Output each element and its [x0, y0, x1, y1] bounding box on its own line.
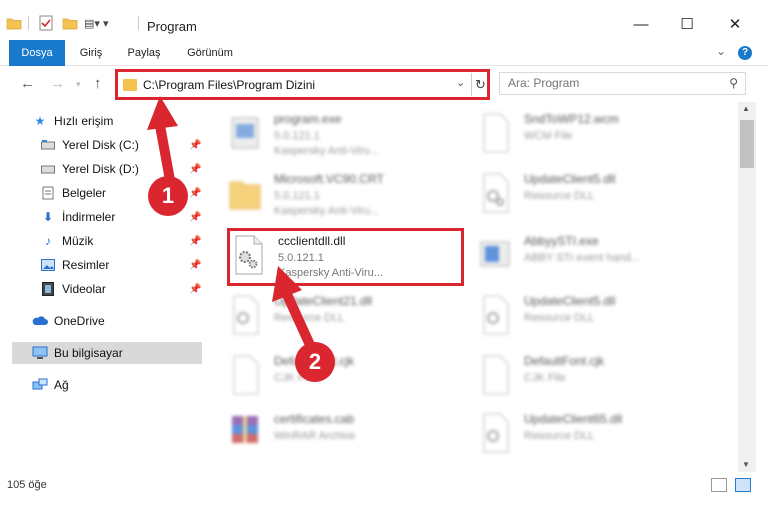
file-icon [228, 354, 262, 396]
pictures-icon [40, 257, 56, 273]
network-icon [32, 377, 48, 393]
navigation-bar: ← → ▾ ↑ C:\Program Files\Program Dizini … [0, 66, 769, 102]
cloud-icon [32, 313, 48, 329]
tiles-view-icon[interactable] [735, 478, 751, 492]
exe-icon [478, 234, 512, 276]
properties-icon[interactable] [38, 15, 54, 34]
tab-view[interactable]: Görünüm [178, 40, 242, 66]
address-path: C:\Program Files\Program Dizini [143, 78, 316, 92]
sidebar-item-disk-d[interactable]: Yerel Disk (D:) [40, 158, 139, 180]
status-bar: 105 öğe [0, 472, 769, 508]
sidebar-item-onedrive[interactable]: OneDrive [32, 310, 105, 332]
sidebar-item-downloads[interactable]: ⬇ İndirmeler [40, 206, 115, 228]
documents-icon [40, 185, 56, 201]
scroll-down-icon[interactable]: ▼ [742, 460, 750, 469]
drive-icon [40, 161, 56, 177]
details-view-icon[interactable] [711, 478, 727, 492]
video-icon [40, 281, 56, 297]
tab-home[interactable]: Giriş [70, 40, 112, 66]
separator [28, 16, 29, 30]
dll-icon [478, 412, 512, 454]
sidebar-item-disk-c[interactable]: Yerel Disk (C:) [40, 134, 139, 156]
expand-ribbon-icon[interactable]: ⌄ [716, 44, 726, 58]
sidebar-item-documents[interactable]: Belgeler [40, 182, 106, 204]
sidebar-item-quick-access[interactable]: ★ Hızlı erişim [32, 110, 114, 132]
pin-icon[interactable]: 📌 [189, 212, 201, 223]
title-bar: ▤▾ ▾ Program — ☐ ✕ [0, 0, 769, 40]
recent-dropdown-icon[interactable]: ▾ [76, 79, 81, 90]
dll-icon [478, 294, 512, 336]
new-folder-icon[interactable] [62, 16, 78, 33]
file-item[interactable]: DefaultFont.cjk CJK File [228, 350, 468, 410]
file-item[interactable]: UpdateClient5.dll Resource DLL [478, 290, 718, 350]
music-icon: ♪ [45, 234, 51, 248]
pin-icon[interactable]: 📌 [189, 260, 201, 271]
search-input[interactable] [508, 76, 718, 90]
folder-icon[interactable] [6, 16, 22, 33]
download-icon: ⬇ [42, 210, 54, 224]
callout-step-2: 2 [295, 342, 335, 382]
separator [138, 16, 139, 30]
file-item[interactable]: DefaultFont.cjk CJK File [478, 350, 718, 410]
scroll-thumb[interactable] [740, 120, 754, 168]
folder-icon [228, 172, 262, 214]
window-title: Program [147, 19, 197, 34]
search-icon[interactable]: ⚲ [729, 76, 738, 90]
dll-icon [228, 294, 262, 336]
exe-icon [228, 112, 262, 154]
folder-icon [123, 79, 137, 91]
callout-step-1: 1 [148, 176, 188, 216]
up-icon[interactable]: ↑ [94, 75, 102, 92]
back-icon[interactable]: ← [20, 75, 35, 92]
item-count: 105 öğe [7, 479, 47, 491]
file-item[interactable]: UpdateClient65.dll Resource DLL [478, 408, 718, 468]
computer-icon [32, 345, 48, 361]
archive-icon [228, 412, 262, 454]
scroll-up-icon[interactable]: ▲ [742, 104, 750, 113]
close-button[interactable]: ✕ [712, 8, 758, 40]
drive-icon [40, 137, 56, 153]
selection-highlight [227, 228, 464, 286]
pin-icon[interactable]: 📌 [189, 188, 201, 199]
sidebar-item-videos[interactable]: Videolar [40, 278, 106, 300]
search-box[interactable]: ⚲ [499, 72, 746, 95]
file-item[interactable]: UpdateClient5.dll Resource DLL [478, 168, 718, 228]
navigation-pane: ★ Hızlı erişim Yerel Disk (C:) 📌 Yerel D… [0, 102, 202, 472]
tab-share[interactable]: Paylaş [120, 40, 168, 66]
file-item[interactable]: SndToWP12.wcm WCM File [478, 108, 718, 168]
sidebar-item-pictures[interactable]: Resimler [40, 254, 109, 276]
sidebar-item-network[interactable]: Ağ [32, 374, 69, 396]
vertical-scrollbar[interactable]: ▲ ▼ [738, 102, 756, 472]
file-item[interactable]: certificates.cab WinRAR Archive [228, 408, 468, 468]
pin-icon[interactable]: 📌 [189, 284, 201, 295]
file-item[interactable]: Microsoft.VC90.CRT 5.0.121.1 Kaspersky A… [228, 168, 468, 228]
pin-icon[interactable]: 📌 [189, 140, 201, 151]
sidebar-item-this-pc[interactable]: Bu bilgisayar [12, 342, 202, 364]
address-bar[interactable]: C:\Program Files\Program Dizini ⌄ ↻ [115, 69, 490, 100]
file-list: program.exe 5.0.121.1 Kaspersky Anti-Vir… [208, 102, 738, 472]
tab-file[interactable]: Dosya [9, 40, 65, 66]
file-icon [478, 354, 512, 396]
minimize-button[interactable]: — [618, 8, 664, 40]
help-icon[interactable]: ? [738, 46, 752, 60]
file-item[interactable]: program.exe 5.0.121.1 Kaspersky Anti-Vir… [228, 108, 468, 168]
pin-icon[interactable]: 📌 [189, 236, 201, 247]
refresh-icon[interactable]: ↻ [471, 73, 489, 96]
pin-icon[interactable]: 📌 [189, 164, 201, 175]
sidebar-item-music[interactable]: ♪ Müzik [40, 230, 93, 252]
file-item[interactable]: AbbyySTI.exe ABBY STI event hand... [478, 230, 718, 290]
file-item[interactable]: UpdateClient21.dll Resource DLL [228, 290, 468, 350]
forward-icon[interactable]: → [50, 75, 65, 92]
file-icon [478, 112, 512, 154]
ribbon-tabs: Dosya Giriş Paylaş Görünüm ⌄ ? [0, 40, 769, 66]
star-icon: ★ [34, 114, 46, 128]
chevron-down-icon[interactable]: ⌄ [456, 76, 465, 89]
maximize-button[interactable]: ☐ [664, 8, 710, 40]
dll-icon [478, 172, 512, 214]
customize-toolbar-icon[interactable]: ▤▾ ▾ [84, 17, 109, 30]
